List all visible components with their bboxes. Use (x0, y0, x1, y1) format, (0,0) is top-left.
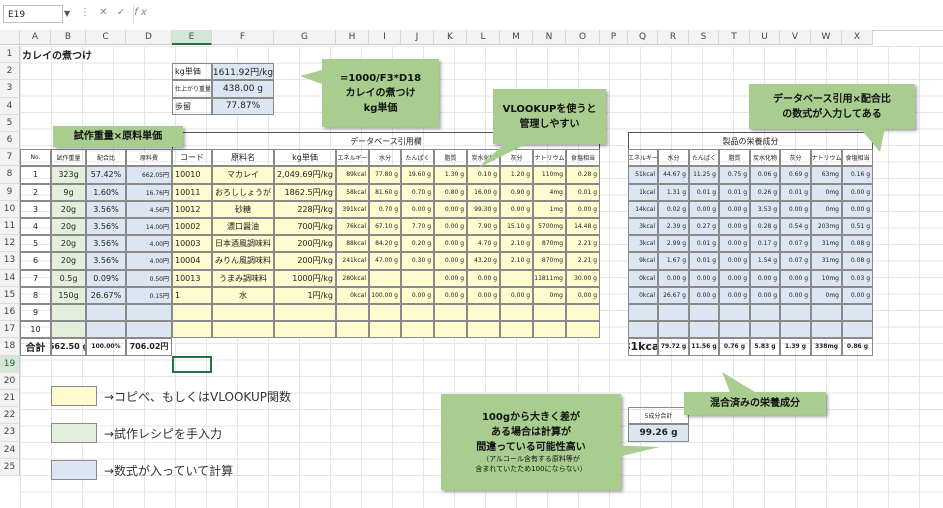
callout-tail (605, 445, 660, 460)
callout-tail (722, 372, 755, 392)
callout-tail (478, 143, 528, 168)
callout-tail (300, 70, 322, 84)
callout-tail (860, 128, 885, 152)
callout-tails (300, 70, 885, 460)
